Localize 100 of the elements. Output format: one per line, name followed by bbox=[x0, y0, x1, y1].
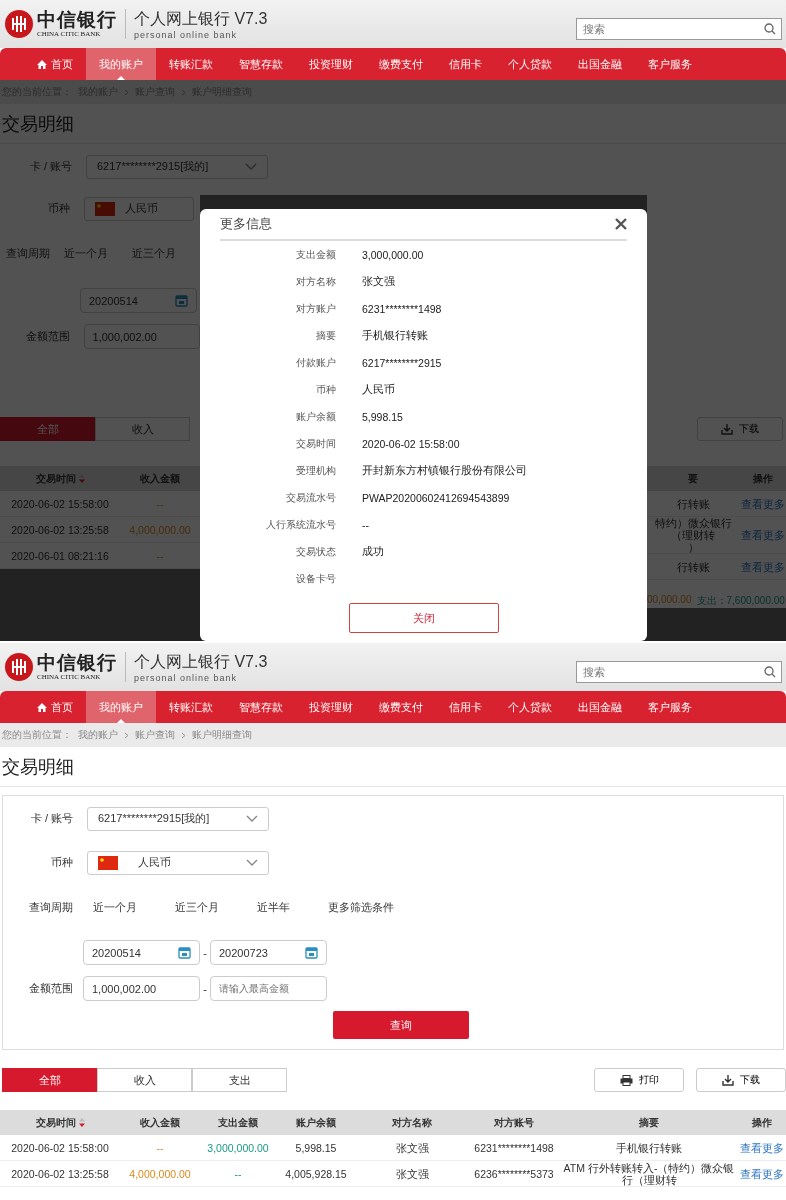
column-header: 摘要 bbox=[560, 1110, 738, 1135]
nav-tab[interactable]: 客户服务 bbox=[635, 48, 705, 80]
table-cell: 手机银行转账 bbox=[560, 1135, 738, 1161]
detail-label: 设备卡号 bbox=[295, 571, 336, 586]
logo-name: 中信银行 bbox=[37, 653, 117, 673]
date-field[interactable]: 20200514 bbox=[83, 940, 200, 965]
detail-value: 2020-06-02 15:58:00 bbox=[362, 437, 460, 450]
amount-field[interactable]: 1,000,002.00 bbox=[83, 976, 200, 1001]
chevron-right-icon bbox=[124, 731, 129, 739]
download-button[interactable]: 下载 bbox=[697, 417, 783, 441]
detail-label: 交易流水号 bbox=[285, 490, 336, 505]
table-cell: 张文强 bbox=[356, 1161, 468, 1187]
nav-tab[interactable]: 我的账户 bbox=[86, 48, 156, 80]
table-cell: 4,000,000.00 bbox=[120, 1161, 200, 1187]
amount-field[interactable]: 请输入最高金额 bbox=[210, 976, 327, 1001]
field-label: 卡 / 账号 bbox=[29, 811, 73, 826]
period-option[interactable]: 更多筛选条件 bbox=[328, 901, 394, 913]
column-header: 支出金额 bbox=[200, 1110, 276, 1135]
printer-icon bbox=[619, 1074, 633, 1086]
period-option[interactable]: 近一个月 bbox=[93, 901, 137, 913]
breadcrumb-link[interactable]: 我的账户 bbox=[78, 728, 118, 742]
column-header: 对方名称 bbox=[356, 1110, 468, 1135]
table-cell: -- bbox=[200, 1161, 276, 1187]
search-icon bbox=[764, 23, 776, 35]
column-header: 操作 bbox=[738, 1110, 786, 1135]
logo-icon bbox=[4, 652, 34, 682]
nav-tab[interactable]: 智慧存款 bbox=[226, 48, 296, 80]
nav-tab[interactable]: 投资理财 bbox=[296, 691, 366, 723]
calendar-icon bbox=[175, 294, 188, 307]
breadcrumb-link[interactable]: 账户明细查询 bbox=[192, 728, 252, 742]
calendar-icon bbox=[178, 946, 191, 959]
nav-tab[interactable]: 客户服务 bbox=[635, 691, 705, 723]
detail-value: 张文强 bbox=[362, 274, 395, 289]
field-label: 币种 bbox=[47, 201, 70, 216]
breadcrumb-link[interactable]: 账户查询 bbox=[135, 728, 175, 742]
detail-value: 3,000,000.00 bbox=[362, 248, 424, 261]
field-label: 查询周期 bbox=[28, 900, 73, 915]
dialog-title: 更多信息 bbox=[220, 215, 272, 233]
nav-tab[interactable]: 智慧存款 bbox=[226, 691, 296, 723]
nav-tab[interactable]: 信用卡 bbox=[436, 48, 495, 80]
income-total: 00,000.00 bbox=[647, 594, 692, 607]
nav-tab[interactable]: 缴费支付 bbox=[366, 691, 436, 723]
table-cell: 4,005,928.15 bbox=[276, 1161, 356, 1187]
table-cell: 张文强 bbox=[356, 1135, 468, 1161]
nav-tab[interactable]: 个人贷款 bbox=[495, 48, 565, 80]
field-label: 币种 bbox=[50, 855, 73, 870]
close-button[interactable]: 关闭 bbox=[348, 603, 499, 633]
column-header: 对方账号 bbox=[468, 1110, 560, 1135]
currency-select[interactable]: 人民币 bbox=[87, 850, 269, 875]
nav-tab[interactable]: 个人贷款 bbox=[495, 691, 565, 723]
detail-label: 付款账户 bbox=[295, 355, 336, 370]
nav-tab[interactable]: 我的账户 bbox=[86, 691, 156, 723]
view-more-link[interactable]: 查看更多 bbox=[740, 1167, 784, 1180]
date-field[interactable]: 20200723 bbox=[210, 940, 327, 965]
download-icon bbox=[722, 1074, 734, 1086]
filter-tab[interactable]: 收入 bbox=[97, 1068, 192, 1092]
site-subtitle: personal online bank bbox=[134, 672, 239, 683]
print-button[interactable]: 打印 bbox=[594, 1068, 684, 1092]
nav-tab[interactable]: 缴费支付 bbox=[366, 48, 436, 80]
nav-tab[interactable]: 首页 bbox=[24, 691, 86, 723]
chevron-right-icon bbox=[124, 88, 129, 96]
table-cell: 3,000,000.00 bbox=[200, 1135, 276, 1161]
download-button[interactable]: 下载 bbox=[696, 1068, 786, 1092]
nav-tab[interactable]: 转账汇款 bbox=[156, 691, 226, 723]
search-icon bbox=[764, 666, 776, 678]
column-header: 账户余额 bbox=[276, 1110, 356, 1135]
nav-tab[interactable]: 首页 bbox=[24, 48, 86, 80]
filter-tab[interactable]: 全部 bbox=[2, 1068, 97, 1092]
chevron-down-icon bbox=[246, 814, 258, 823]
flag-icon bbox=[95, 201, 115, 216]
table-cell: 2020-06-02 13:25:58 bbox=[0, 1161, 120, 1187]
download-icon bbox=[721, 423, 733, 435]
query-button[interactable]: 查询 bbox=[333, 1011, 469, 1039]
table-cell: 2020-06-02 15:58:00 bbox=[0, 1135, 120, 1161]
detail-value: 人民币 bbox=[362, 382, 395, 397]
view-more-link[interactable]: 查看更多 bbox=[740, 1141, 784, 1154]
expense-total: 支出：7,600,000.00 bbox=[696, 594, 785, 608]
nav-tab[interactable]: 投资理财 bbox=[296, 48, 366, 80]
period-option[interactable]: 近三个月 bbox=[175, 901, 219, 913]
search-field[interactable]: 搜索 bbox=[576, 18, 782, 40]
detail-label: 受理机构 bbox=[295, 463, 336, 478]
page-title: 交易明细 bbox=[0, 747, 786, 787]
detail-label: 交易状态 bbox=[295, 544, 336, 559]
nav-tab[interactable]: 转账汇款 bbox=[156, 48, 226, 80]
search-field[interactable]: 搜索 bbox=[576, 661, 782, 683]
table-cell: 6236********5373 bbox=[468, 1161, 560, 1187]
site-subtitle: personal online bank bbox=[134, 29, 239, 40]
range-dash: - bbox=[202, 982, 208, 995]
nav-tab[interactable]: 出国金融 bbox=[565, 691, 635, 723]
table-cell-text: ） bbox=[687, 541, 699, 553]
close-icon[interactable] bbox=[615, 218, 627, 230]
detail-label: 摘要 bbox=[315, 328, 336, 343]
column-header: 收入金额 bbox=[120, 1110, 200, 1135]
filter-tab[interactable]: 支出 bbox=[192, 1068, 287, 1092]
account-select[interactable]: 6217********2915[我的] bbox=[87, 806, 269, 831]
nav-tab[interactable]: 信用卡 bbox=[436, 691, 495, 723]
sort-icon bbox=[78, 474, 85, 483]
nav-tab[interactable]: 出国金融 bbox=[565, 48, 635, 80]
period-option[interactable]: 近半年 bbox=[257, 901, 290, 913]
detail-label: 支出金额 bbox=[295, 247, 336, 262]
